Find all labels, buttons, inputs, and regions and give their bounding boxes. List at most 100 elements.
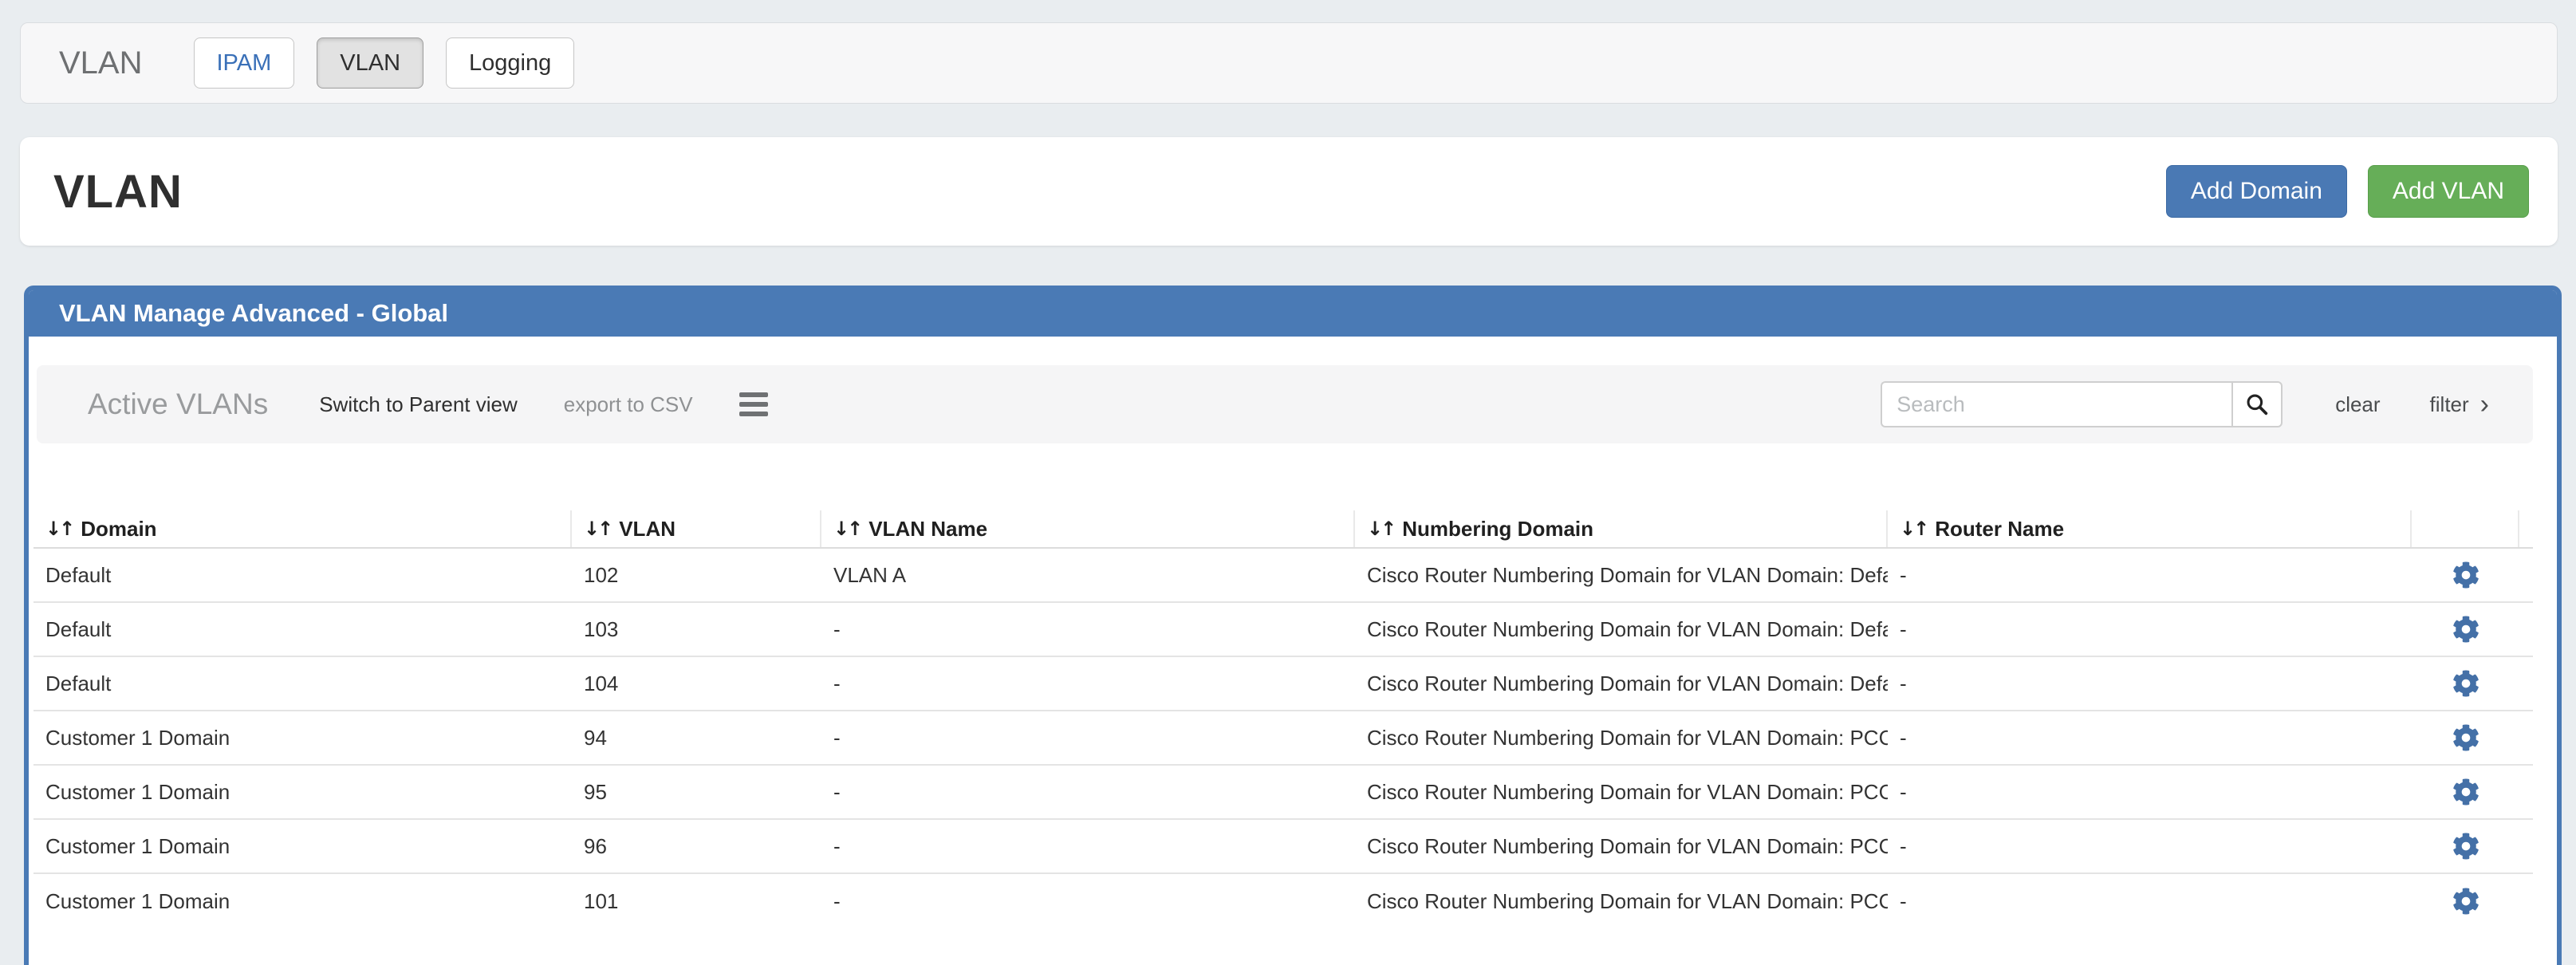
table-row: Customer 1 Domain96-Cisco Router Numberi… xyxy=(33,820,2533,874)
cell-router-name: - xyxy=(1888,780,2412,805)
search-group xyxy=(1881,381,2283,427)
tab-ipam[interactable]: IPAM xyxy=(194,37,295,89)
column-header-label: Numbering Domain xyxy=(1402,517,1593,542)
cell-vlan-name: - xyxy=(821,834,1355,859)
view-switcher-title: VLAN xyxy=(59,45,143,81)
cell-actions xyxy=(2412,833,2519,860)
chevron-right-icon: › xyxy=(2480,391,2489,418)
gear-icon[interactable] xyxy=(2452,833,2479,860)
cell-numbering-domain: Cisco Router Numbering Domain for VLAN D… xyxy=(1355,780,1888,805)
cell-actions xyxy=(2412,888,2519,915)
table-row: Customer 1 Domain95-Cisco Router Numberi… xyxy=(33,766,2533,820)
cell-actions xyxy=(2412,616,2519,643)
cell-router-name: - xyxy=(1888,672,2412,696)
sort-icon: ↓↑ xyxy=(1900,518,1927,540)
panel-body: Active VLANs Switch to Parent view expor… xyxy=(29,337,2557,928)
gear-icon[interactable] xyxy=(2452,616,2479,643)
sort-icon: ↓↑ xyxy=(1367,518,1394,540)
page-header-card: VLAN Add Domain Add VLAN xyxy=(20,137,2558,246)
gear-icon[interactable] xyxy=(2452,670,2479,697)
clear-link[interactable]: clear xyxy=(2335,392,2380,417)
column-header-label: Domain xyxy=(81,517,156,542)
vlan-table: ↓↑Domain↓↑VLAN↓↑VLAN Name↓↑Numbering Dom… xyxy=(33,510,2533,928)
cell-domain: Customer 1 Domain xyxy=(33,780,572,805)
cell-vlan-name: - xyxy=(821,672,1355,696)
hamburger-icon[interactable] xyxy=(739,392,768,416)
filter-link[interactable]: filter › xyxy=(2430,391,2489,418)
sort-icon: ↓↑ xyxy=(584,518,611,540)
cell-numbering-domain: Cisco Router Numbering Domain for VLAN D… xyxy=(1355,672,1888,696)
cell-vlan: 104 xyxy=(572,672,821,696)
cell-router-name: - xyxy=(1888,889,2412,914)
cell-router-name: - xyxy=(1888,617,2412,642)
gear-icon[interactable] xyxy=(2452,561,2479,589)
gear-icon[interactable] xyxy=(2452,778,2479,805)
table-header-row: ↓↑Domain↓↑VLAN↓↑VLAN Name↓↑Numbering Dom… xyxy=(33,510,2533,549)
cell-domain: Default xyxy=(33,563,572,588)
cell-numbering-domain: Cisco Router Numbering Domain for VLAN D… xyxy=(1355,563,1888,588)
cell-vlan-name: - xyxy=(821,889,1355,914)
cell-vlan-name: - xyxy=(821,617,1355,642)
cell-actions xyxy=(2412,670,2519,697)
view-tabs: IPAM VLAN Logging xyxy=(194,37,575,89)
cell-numbering-domain: Cisco Router Numbering Domain for VLAN D… xyxy=(1355,726,1888,750)
column-header-numbering-domain[interactable]: ↓↑ Numbering Domain xyxy=(1355,510,1888,547)
column-header-actions xyxy=(2412,510,2519,547)
column-header-domain[interactable]: ↓↑ Domain xyxy=(33,510,572,547)
column-header-vlan-name[interactable]: ↓↑ VLAN Name xyxy=(821,510,1355,547)
table-row: Default104-Cisco Router Numbering Domain… xyxy=(33,657,2533,711)
table-toolbar: Active VLANs Switch to Parent view expor… xyxy=(37,365,2533,443)
cell-domain: Customer 1 Domain xyxy=(33,834,572,859)
cell-numbering-domain: Cisco Router Numbering Domain for VLAN D… xyxy=(1355,834,1888,859)
cell-vlan: 96 xyxy=(572,834,821,859)
column-header-label: VLAN Name xyxy=(869,517,987,542)
add-domain-button[interactable]: Add Domain xyxy=(2166,165,2347,218)
cell-numbering-domain: Cisco Router Numbering Domain for VLAN D… xyxy=(1355,889,1888,914)
panel-header: VLAN Manage Advanced - Global xyxy=(29,290,2557,337)
cell-vlan: 103 xyxy=(572,617,821,642)
panel-title: VLAN Manage Advanced - Global xyxy=(59,299,448,328)
page-header-actions: Add Domain Add VLAN xyxy=(2166,165,2529,218)
cell-domain: Customer 1 Domain xyxy=(33,726,572,750)
sort-icon: ↓↑ xyxy=(45,518,73,540)
column-header-vlan[interactable]: ↓↑VLAN xyxy=(572,510,821,547)
table-row: Default103-Cisco Router Numbering Domain… xyxy=(33,603,2533,657)
cell-router-name: - xyxy=(1888,563,2412,588)
switch-parent-view-link[interactable]: Switch to Parent view xyxy=(319,392,518,417)
column-header-label: Router Name xyxy=(1935,517,2064,542)
gear-icon[interactable] xyxy=(2452,724,2479,751)
cell-vlan: 95 xyxy=(572,780,821,805)
cell-vlan-name: - xyxy=(821,780,1355,805)
gear-icon[interactable] xyxy=(2452,888,2479,915)
cell-actions xyxy=(2412,724,2519,751)
magnifier-icon xyxy=(2244,392,2270,417)
filter-link-label: filter xyxy=(2430,392,2469,417)
cell-router-name: - xyxy=(1888,834,2412,859)
search-button[interactable] xyxy=(2231,381,2283,427)
toolbar-right: clear filter › xyxy=(1881,381,2489,427)
table-row: Customer 1 Domain101-Cisco Router Number… xyxy=(33,874,2533,928)
cell-vlan-name: - xyxy=(821,726,1355,750)
column-header-router-name[interactable]: ↓↑ Router Name xyxy=(1888,510,2412,547)
tab-vlan[interactable]: VLAN xyxy=(317,37,423,89)
cell-router-name: - xyxy=(1888,726,2412,750)
table-body: Default102VLAN ACisco Router Numbering D… xyxy=(33,549,2533,928)
cell-actions xyxy=(2412,778,2519,805)
add-vlan-button[interactable]: Add VLAN xyxy=(2368,165,2529,218)
vlan-manage-panel: VLAN Manage Advanced - Global Active VLA… xyxy=(24,286,2562,965)
page-title: VLAN xyxy=(53,165,183,219)
cell-actions xyxy=(2412,561,2519,589)
cell-domain: Customer 1 Domain xyxy=(33,889,572,914)
table-row: Default102VLAN ACisco Router Numbering D… xyxy=(33,549,2533,603)
active-vlans-title: Active VLANs xyxy=(88,388,268,421)
cell-vlan: 94 xyxy=(572,726,821,750)
cell-domain: Default xyxy=(33,672,572,696)
cell-domain: Default xyxy=(33,617,572,642)
cell-vlan: 102 xyxy=(572,563,821,588)
cell-numbering-domain: Cisco Router Numbering Domain for VLAN D… xyxy=(1355,617,1888,642)
cell-vlan-name: VLAN A xyxy=(821,563,1355,588)
tab-logging[interactable]: Logging xyxy=(446,37,574,89)
export-csv-link[interactable]: export to CSV xyxy=(564,392,693,417)
search-input[interactable] xyxy=(1881,381,2231,427)
sort-icon: ↓↑ xyxy=(833,518,861,540)
